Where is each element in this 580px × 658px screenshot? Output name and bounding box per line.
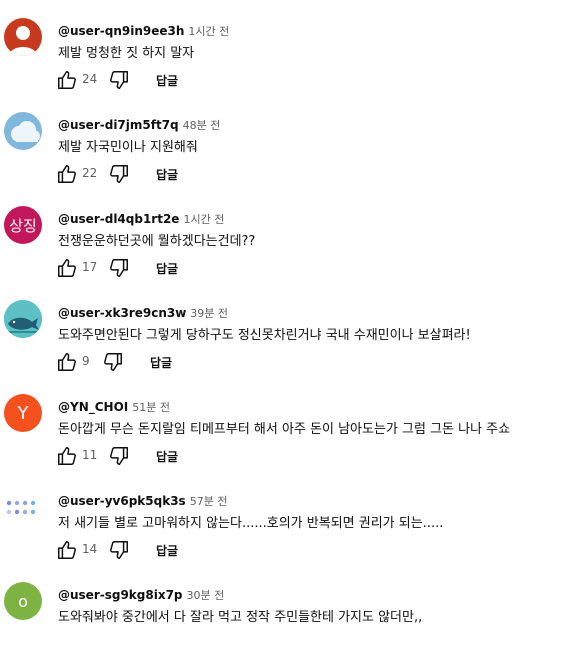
- comment: @user-yv6pk5qk3s 57분 전 저 새기들 별로 고마워하지 않는다…: [0, 470, 580, 564]
- like-count: 24: [82, 72, 98, 86]
- comment-time[interactable]: 57분 전: [190, 495, 228, 508]
- comment-time[interactable]: 1시간 전: [188, 25, 229, 38]
- comment: Y @YN_CHOI 51분 전 돈아깝게 무슨 돈지랄임 티메프부터 해서 아주…: [0, 376, 580, 470]
- comment-text: 저 새기들 별로 고마워하지 않는다......호의가 반복되면 권리가 되는.…: [58, 516, 444, 531]
- avatar[interactable]: 상징: [4, 206, 42, 244]
- thumbs-down-icon: [110, 447, 128, 465]
- avatar[interactable]: [4, 300, 42, 338]
- like-button[interactable]: [56, 539, 78, 561]
- author-handle[interactable]: @user-xk3re9cn3w: [58, 306, 186, 320]
- comment-header: @user-sg9kg8ix7p 30분 전: [58, 584, 224, 603]
- like-button[interactable]: [56, 69, 78, 91]
- comment: @user-xk3re9cn3w 39분 전 도와주면안된다 그렇게 당하구도 정…: [0, 282, 580, 376]
- thumbs-down-icon: [104, 353, 122, 371]
- comment-time[interactable]: 39분 전: [190, 307, 228, 320]
- thumbs-up-icon: [58, 165, 76, 183]
- comment-text: 전쟁운운하던곳에 뭘하겠다는건데??: [58, 234, 256, 249]
- comment-header: @user-qn9in9ee3h 1시간 전: [58, 20, 229, 39]
- reply-button[interactable]: 답글: [156, 72, 178, 89]
- like-count: 17: [82, 260, 98, 274]
- comment-text: 돈아깝게 무슨 돈지랄임 티메프부터 해서 아주 돈이 남아도는가 그럼 그돈 …: [58, 422, 511, 437]
- thumbs-up-icon: [58, 447, 76, 465]
- person-icon: [9, 26, 37, 56]
- comment-time[interactable]: 51분 전: [132, 401, 170, 414]
- comment-time[interactable]: 30분 전: [187, 589, 225, 602]
- reply-button[interactable]: 답글: [156, 260, 178, 277]
- reply-button[interactable]: 답글: [150, 354, 172, 371]
- thumbs-up-icon: [58, 71, 76, 89]
- author-handle[interactable]: @user-sg9kg8ix7p: [58, 588, 183, 602]
- author-handle[interactable]: @user-qn9in9ee3h: [58, 24, 184, 38]
- whale-icon: [4, 300, 42, 338]
- comment-text: 도와주면안된다 그렇게 당하구도 정신못차린거냐 국내 수재민이나 보살펴라!: [58, 328, 471, 343]
- avatar[interactable]: [4, 488, 42, 526]
- like-button[interactable]: [56, 257, 78, 279]
- comment-actions: 14 답글: [56, 539, 256, 561]
- comment-time[interactable]: 1시간 전: [183, 213, 224, 226]
- comment-header: @user-dl4qb1rt2e 1시간 전: [58, 208, 224, 227]
- avatar-label: o: [18, 591, 28, 611]
- dislike-button[interactable]: [102, 351, 124, 373]
- dislike-button[interactable]: [108, 163, 130, 185]
- thumbs-up-icon: [58, 353, 76, 371]
- reply-button[interactable]: 답글: [156, 542, 178, 559]
- dislike-button[interactable]: [108, 539, 130, 561]
- thumbs-down-icon: [110, 259, 128, 277]
- comment-header: @user-xk3re9cn3w 39분 전: [58, 302, 228, 321]
- thumbs-up-icon: [58, 541, 76, 559]
- comment-header: @user-di7jm5ft7q 48분 전: [58, 114, 220, 133]
- author-handle[interactable]: @YN_CHOI: [58, 400, 128, 414]
- thumbs-up-icon: [58, 259, 76, 277]
- like-count: 22: [82, 166, 98, 180]
- like-button[interactable]: [56, 163, 78, 185]
- author-handle[interactable]: @user-yv6pk5qk3s: [58, 494, 186, 508]
- thumbs-down-icon: [110, 71, 128, 89]
- comment-actions: 24 답글: [56, 69, 256, 91]
- avatar-label: Y: [17, 402, 29, 424]
- comment-text: 제발 멍청한 짓 하지 말자: [58, 46, 195, 61]
- dots-pattern-icon: [6, 500, 36, 515]
- dislike-button[interactable]: [108, 69, 130, 91]
- reply-button[interactable]: 답글: [156, 448, 178, 465]
- comment-text: 도와줘봐야 중간에서 다 잘라 먹고 정작 주민들한테 가지도 않더만,,: [58, 610, 423, 625]
- dislike-button[interactable]: [108, 445, 130, 467]
- thumbs-down-icon: [110, 541, 128, 559]
- comment-actions: 17 답글: [56, 257, 256, 279]
- comment: o @user-sg9kg8ix7p 30분 전 도와줘봐야 중간에서 다 잘라 …: [0, 564, 580, 658]
- comment: 상징 @user-dl4qb1rt2e 1시간 전 전쟁운운하던곳에 뭘하겠다는건…: [0, 188, 580, 282]
- avatar[interactable]: o: [4, 582, 42, 620]
- comment-header: @user-yv6pk5qk3s 57분 전: [58, 490, 227, 509]
- comment-header: @YN_CHOI 51분 전: [58, 396, 170, 415]
- like-button[interactable]: [56, 445, 78, 467]
- avatar[interactable]: [4, 112, 42, 150]
- comment-actions: 22 답글: [56, 163, 256, 185]
- reply-button[interactable]: 답글: [156, 166, 178, 183]
- comment-text: 제발 자국민이나 지원해줘: [58, 140, 198, 155]
- author-handle[interactable]: @user-di7jm5ft7q: [58, 118, 179, 132]
- thumbs-down-icon: [110, 165, 128, 183]
- dislike-button[interactable]: [108, 257, 130, 279]
- comment-actions: 11 답글: [56, 445, 256, 467]
- avatar[interactable]: [4, 18, 42, 56]
- comment: @user-qn9in9ee3h 1시간 전 제발 멍청한 짓 하지 말자 24 …: [0, 0, 580, 94]
- avatar-label: 상징: [9, 216, 37, 235]
- like-count: 14: [82, 542, 98, 556]
- author-handle[interactable]: @user-dl4qb1rt2e: [58, 212, 179, 226]
- like-count: 9: [82, 354, 90, 368]
- comment-actions: 9 답글: [56, 351, 256, 373]
- cloud-icon: [11, 121, 40, 142]
- comment-time[interactable]: 48분 전: [183, 119, 221, 132]
- avatar[interactable]: Y: [4, 394, 42, 432]
- like-button[interactable]: [56, 351, 78, 373]
- like-count: 11: [82, 448, 98, 462]
- comment: @user-di7jm5ft7q 48분 전 제발 자국민이나 지원해줘 22 답…: [0, 94, 580, 188]
